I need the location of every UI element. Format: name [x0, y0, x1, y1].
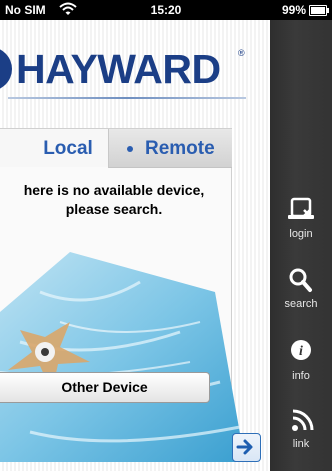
tab-local[interactable]: Local — [0, 129, 108, 167]
no-device-message: here is no available device, please sear… — [0, 181, 240, 219]
sidebar-item-login[interactable]: login — [270, 196, 332, 256]
main-content: HAYWARD ® Local Remote here is no availa… — [0, 20, 270, 471]
sidebar-item-label: link — [292, 438, 310, 450]
other-device-button[interactable]: Other Device — [0, 372, 210, 403]
bullet-icon — [127, 146, 133, 152]
tab-remote-label: Remote — [145, 138, 215, 159]
link-icon — [292, 409, 314, 431]
message-line-2: please search. — [65, 201, 163, 217]
login-icon — [288, 197, 314, 219]
info-icon: i — [291, 340, 311, 360]
logo-emblem — [0, 47, 12, 91]
battery-icon — [309, 5, 329, 16]
sidebar-item-link[interactable]: link — [270, 406, 332, 466]
sidebar: login search i info link — [270, 20, 332, 471]
status-bar: No SIM 15:20 99% — [0, 0, 332, 20]
sidebar-item-info[interactable]: i info — [270, 338, 332, 398]
tab-remote[interactable]: Remote — [108, 129, 232, 168]
sidebar-item-label: search — [284, 298, 318, 310]
sidebar-item-label: info — [292, 370, 310, 382]
message-line-1: here is no available device, — [23, 182, 205, 198]
logo-underline — [8, 97, 246, 99]
sidebar-item-label: login — [289, 228, 313, 240]
registered-mark: ® — [238, 48, 245, 58]
sidebar-item-search[interactable]: search — [270, 266, 332, 326]
search-icon — [289, 268, 312, 292]
logo-text: HAYWARD — [16, 46, 221, 92]
next-button[interactable] — [232, 433, 261, 462]
arrow-right-icon — [236, 439, 253, 455]
pool-photo — [0, 252, 245, 462]
svg-text:i: i — [299, 344, 303, 359]
brand-logo: HAYWARD ® — [0, 44, 270, 94]
tab-local-label: Local — [43, 138, 93, 159]
battery-percent: 99% — [281, 3, 306, 17]
